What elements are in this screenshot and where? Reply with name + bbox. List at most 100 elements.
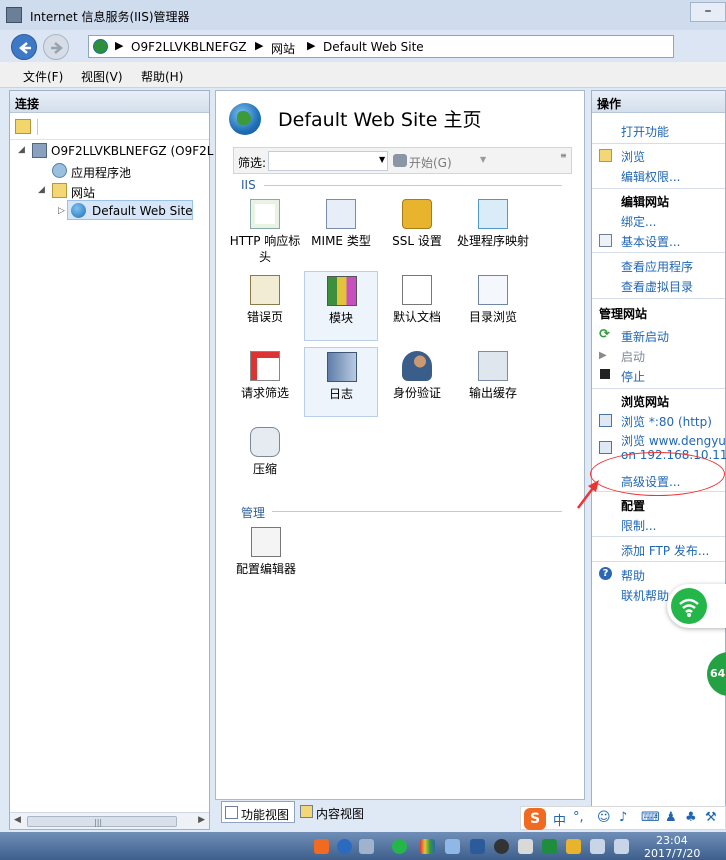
wifi-assistant-widget[interactable]: [667, 584, 726, 628]
action-open-feature[interactable]: 打开功能: [621, 123, 669, 140]
go-button[interactable]: 开始(G): [409, 154, 452, 171]
request-filtering-icon: [250, 351, 280, 381]
menu-help[interactable]: 帮助(H): [141, 68, 183, 85]
filter-input[interactable]: [268, 151, 388, 171]
tray-flag-icon[interactable]: [566, 839, 581, 854]
tray-network-icon[interactable]: [359, 839, 374, 854]
create-connection-icon[interactable]: [15, 119, 31, 134]
default-document-icon: [402, 275, 432, 305]
tray-monitor-icon[interactable]: [470, 839, 485, 854]
breadcrumb-separator: ▶: [255, 39, 264, 52]
feature-modules[interactable]: 模块: [304, 271, 378, 341]
user-icon[interactable]: ♟: [665, 810, 677, 825]
action-online-help[interactable]: 联机帮助: [621, 587, 669, 604]
actions-divider: [592, 298, 725, 299]
breadcrumb-sites[interactable]: 网站: [271, 40, 295, 57]
feature-error-pages[interactable]: 错误页: [228, 271, 302, 341]
taskbar: 23:04 2017/7/20: [0, 832, 726, 860]
microphone-icon[interactable]: ♪: [619, 810, 627, 825]
tree-default-web-site[interactable]: Default Web Site: [67, 200, 193, 220]
emoji-icon[interactable]: ☺: [597, 810, 611, 825]
feature-http-headers[interactable]: HTTP 响应标头: [228, 195, 302, 265]
actions-divider: [592, 188, 725, 189]
help-icon: ?: [599, 567, 612, 580]
address-field[interactable]: ▶ O9F2LLVKBLNEFGZ ▶ 网站 ▶ Default Web Sit…: [88, 35, 674, 58]
tray-shield-icon[interactable]: [445, 839, 460, 854]
keyboard-icon[interactable]: ⌨: [641, 810, 660, 825]
tree-server[interactable]: O9F2LLVKBLNEFGZ (O9F2L: [32, 141, 214, 161]
feature-logging[interactable]: 日志: [304, 347, 378, 417]
tab-content-view[interactable]: 内容视图: [297, 801, 369, 823]
clock-date[interactable]: 2017/7/20: [644, 847, 700, 860]
feature-mime-types[interactable]: MIME 类型: [304, 195, 378, 265]
tab-features-view[interactable]: 功能视图: [221, 801, 295, 823]
tray-signal-icon[interactable]: [590, 839, 605, 854]
action-explore[interactable]: 浏览: [621, 148, 645, 165]
tray-qq-icon[interactable]: [494, 839, 509, 854]
back-button[interactable]: [11, 34, 37, 60]
settings-icon[interactable]: ⚒: [705, 810, 717, 825]
feature-config-editor[interactable]: 配置编辑器: [228, 523, 304, 593]
action-browse-www[interactable]: 浏览 www.dengyuo: [621, 432, 726, 449]
server-label: O9F2LLVKBLNEFGZ (O9F2L: [51, 144, 214, 158]
toolbar-overflow-icon[interactable]: ≡: [560, 151, 569, 171]
breadcrumb-server[interactable]: O9F2LLVKBLNEFGZ: [131, 40, 247, 54]
action-bindings[interactable]: 绑定...: [621, 213, 656, 230]
collapse-icon[interactable]: ◢: [38, 185, 45, 195]
feature-authentication[interactable]: 身份验证: [380, 347, 454, 417]
tray-app-icon[interactable]: [420, 839, 435, 854]
action-edit-permissions[interactable]: 编辑权限...: [621, 168, 680, 185]
minimize-button[interactable]: –: [690, 2, 726, 22]
website-globe-icon: [229, 103, 261, 135]
tray-help-icon[interactable]: [337, 839, 352, 854]
action-browse-80[interactable]: 浏览 *:80 (http): [621, 413, 712, 430]
browse-icon: [599, 441, 612, 454]
ime-language-toggle[interactable]: 中: [553, 810, 566, 829]
feature-compression[interactable]: 压缩: [228, 423, 302, 493]
forward-button[interactable]: [43, 34, 69, 60]
action-stop[interactable]: 停止: [621, 368, 645, 385]
action-limits[interactable]: 限制...: [621, 517, 656, 534]
breadcrumb-separator: ▶: [307, 39, 316, 52]
sogou-logo-icon[interactable]: S: [524, 808, 546, 830]
go-dropdown-icon[interactable]: ▼: [480, 155, 486, 164]
feature-default-document[interactable]: 默认文档: [380, 271, 454, 341]
tray-sogou-icon[interactable]: [314, 839, 329, 854]
filter-dropdown-icon[interactable]: ▼: [379, 155, 385, 164]
action-basic-settings[interactable]: 基本设置...: [621, 233, 680, 250]
tray-wifi-icon[interactable]: [392, 839, 407, 854]
action-view-virtual-dirs[interactable]: 查看虚拟目录: [621, 278, 693, 295]
feature-request-filtering[interactable]: 请求筛选: [228, 347, 302, 417]
ime-punctuation-toggle[interactable]: °,: [573, 810, 584, 825]
feature-output-caching[interactable]: 输出缓存: [456, 347, 530, 417]
scroll-left-icon[interactable]: ◀: [14, 815, 21, 825]
tree-sites[interactable]: 网站: [52, 181, 202, 201]
tree-app-pools[interactable]: 应用程序池: [52, 161, 202, 181]
feature-ssl-settings[interactable]: SSL 设置: [380, 195, 454, 265]
feature-directory-browsing[interactable]: 目录浏览: [456, 271, 530, 341]
action-restart[interactable]: 重新启动: [621, 328, 669, 345]
menu-view[interactable]: 视图(V): [81, 68, 123, 85]
expand-icon[interactable]: ▷: [58, 206, 65, 216]
scroll-right-icon[interactable]: ▶: [198, 815, 205, 825]
action-add-ftp[interactable]: 添加 FTP 发布...: [621, 542, 709, 559]
collapse-icon[interactable]: ◢: [18, 145, 25, 155]
action-help[interactable]: 帮助: [621, 567, 645, 584]
server-icon: [32, 143, 47, 158]
action-view-applications[interactable]: 查看应用程序: [621, 258, 693, 275]
feature-label: SSL 设置: [392, 234, 442, 248]
connections-horizontal-scrollbar[interactable]: ◀ ||| ▶: [10, 812, 209, 829]
breadcrumb-site[interactable]: Default Web Site: [323, 40, 424, 54]
feature-handler-mappings[interactable]: 处理程序映射: [456, 195, 530, 265]
tray-security-icon[interactable]: [542, 839, 557, 854]
connections-title: 连接: [10, 91, 209, 113]
tray-volume-icon[interactable]: [614, 839, 629, 854]
actions-title: 操作: [592, 91, 725, 113]
clock-time[interactable]: 23:04: [656, 834, 688, 847]
menu-file[interactable]: 文件(F): [23, 68, 63, 85]
config-editor-icon: [251, 527, 281, 557]
handler-mappings-icon: [478, 199, 508, 229]
skin-icon[interactable]: ♣: [685, 810, 697, 825]
action-start[interactable]: 启动: [621, 348, 645, 365]
tray-temperature-icon[interactable]: [518, 839, 533, 854]
